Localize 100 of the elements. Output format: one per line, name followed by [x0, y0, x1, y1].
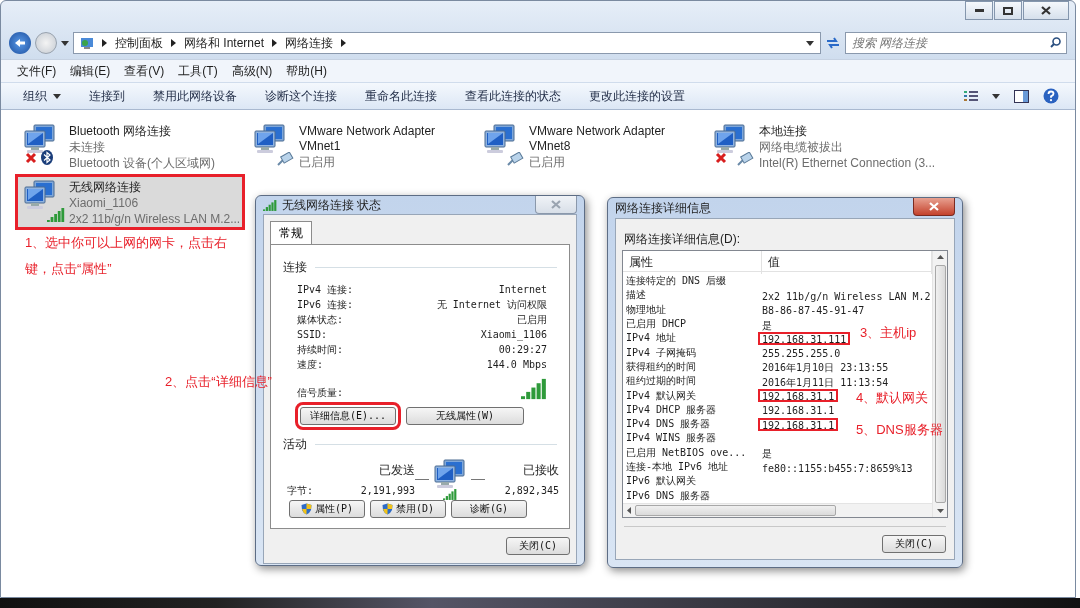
field-value: 无 Internet 访问权限: [436, 297, 547, 312]
toolbar-button[interactable]: 组织: [23, 87, 61, 105]
menu-item[interactable]: 工具(T): [178, 62, 218, 80]
field-label: 速度:: [297, 357, 324, 372]
help-icon[interactable]: [1043, 88, 1059, 104]
connection-detail: 2x2 11b/g/n Wireless LAN M.2...: [69, 212, 241, 227]
back-button[interactable]: [9, 32, 31, 54]
address-bar[interactable]: 控制面板 网络和 Internet 网络连接: [73, 32, 821, 54]
close-button[interactable]: [1023, 1, 1069, 20]
vertical-scrollbar[interactable]: [932, 251, 947, 517]
property-name: IPv4 WINS 服务器: [625, 431, 718, 446]
horizontal-scrollbar[interactable]: [623, 502, 932, 517]
arrow-down-icon[interactable]: [936, 509, 944, 513]
annotation-text: 5、DNS服务器: [856, 421, 943, 439]
field-label: IPv6 连接:: [297, 297, 354, 312]
menu-item[interactable]: 高级(N): [231, 62, 273, 80]
field-value: 00:29:27: [498, 344, 547, 355]
property-value: 2x2 11b/g/n Wireless LAN M.2: [761, 289, 932, 302]
network-connection-item[interactable]: VMware Network Adapter VMnet1 已启用: [245, 118, 475, 174]
dialog-title: 无线网络连接 状态: [282, 196, 382, 214]
caret-icon: [61, 40, 69, 46]
refresh-icon[interactable]: [825, 36, 841, 50]
minimize-button[interactable]: [965, 1, 993, 20]
arrow-left-icon[interactable]: [627, 506, 631, 514]
toolbar-button[interactable]: 连接到: [89, 87, 125, 105]
control-panel-icon: [80, 36, 94, 50]
connection-detail: 未连接: [69, 140, 106, 155]
close-button[interactable]: [913, 198, 955, 216]
menu-item[interactable]: 查看(V): [124, 62, 165, 80]
field-label: IPv4 连接:: [297, 282, 354, 297]
connection-detail: 网络电缆被拔出: [759, 140, 844, 155]
property-name: 连接-本地 IPv6 地址: [625, 460, 730, 474]
network-connection-item[interactable]: VMware Network Adapter VMnet8 已启用: [475, 118, 705, 174]
section-heading: 活动: [283, 436, 307, 453]
field-label: 持续时间:: [297, 342, 344, 357]
dialog-button[interactable]: 诊断(G): [451, 500, 527, 518]
close-dialog-button[interactable]: 关闭(C): [882, 535, 946, 553]
property-value: 2016年1月11日 11:13:54: [761, 375, 890, 388]
dialog-button[interactable]: 无线属性(W): [406, 407, 524, 425]
toolbar-button[interactable]: 更改此连接的设置: [589, 87, 685, 105]
preview-pane-icon[interactable]: [1014, 89, 1029, 103]
minimize-icon: [974, 9, 984, 12]
breadcrumb-item[interactable]: 控制面板: [115, 34, 163, 52]
breadcrumb-item[interactable]: 网络和 Internet: [184, 34, 265, 52]
bytes-received: 2,892,345: [503, 485, 559, 496]
connection-name: VMware Network Adapter VMnet1: [299, 124, 437, 154]
property-name: IPv4 DHCP 服务器: [625, 402, 718, 417]
connection-detail: 已启用: [529, 155, 566, 170]
field-value: 已启用: [517, 312, 547, 327]
column-header[interactable]: 属性: [623, 251, 762, 274]
property-value: 255.255.255.0: [761, 347, 842, 360]
chevron-right-icon: [171, 39, 176, 47]
annotation-text: 2、点击“详细信息”: [165, 373, 272, 391]
arrow-up-icon[interactable]: [936, 255, 944, 259]
property-name: IPv4 默认网关: [625, 388, 698, 403]
property-value: 192.168.31.111: [758, 331, 851, 345]
close-dialog-button[interactable]: 关闭(C): [506, 537, 570, 555]
property-value: 是: [761, 447, 773, 460]
menu-item[interactable]: 编辑(E): [70, 62, 111, 80]
field-value: 144.0 Mbps: [486, 359, 547, 370]
property-value: 2016年1月10日 23:13:55: [761, 361, 890, 374]
toolbar-button[interactable]: 查看此连接的状态: [465, 87, 561, 105]
menu-item[interactable]: 文件(F): [17, 62, 57, 80]
breadcrumb-item[interactable]: 网络连接: [285, 34, 334, 52]
annotation-text: 1、选中你可以上网的网卡，点击右键，点击“属性”: [25, 234, 229, 278]
arrow-left-icon: [14, 38, 26, 48]
dialog-button[interactable]: 禁用(D): [370, 500, 446, 518]
toolbar-button[interactable]: 诊断这个连接: [265, 87, 337, 105]
property-name: 获得租约的时间: [625, 359, 697, 374]
network-computers-icon: [713, 124, 747, 154]
search-field[interactable]: 搜索 网络连接: [845, 32, 1067, 54]
view-options-icon[interactable]: [964, 90, 978, 102]
network-computers-icon: [253, 124, 287, 154]
maximize-button[interactable]: [994, 1, 1022, 20]
shield-icon: [381, 503, 393, 515]
search-icon: [1050, 37, 1061, 48]
list-label: 网络连接详细信息(D):: [624, 231, 741, 248]
network-connection-item[interactable]: Bluetooth 网络连接 未连接 Bluetooth 设备(个人区域网): [15, 118, 245, 174]
bytes-sent: 2,191,993: [359, 485, 415, 496]
connection-detail: 已启用: [299, 155, 336, 170]
caret-icon: [992, 93, 1000, 99]
chevron-right-icon: [341, 39, 347, 47]
toolbar-button[interactable]: 禁用此网络设备: [153, 87, 237, 105]
connection-detail: Intel(R) Ethernet Connection (3...: [759, 156, 936, 171]
dialog-button[interactable]: 属性(P): [289, 500, 365, 518]
network-connection-item[interactable]: 无线网络连接 Xiaomi_1106 2x2 11b/g/n Wireless LAN M.2...: [15, 174, 245, 230]
property-value: 192.168.31.1: [758, 389, 839, 402]
signal-strength-icon: [521, 378, 547, 400]
close-icon[interactable]: [1041, 6, 1051, 15]
signal-bars-icon: [47, 208, 65, 222]
cross-icon: [25, 152, 37, 164]
network-connection-item[interactable]: 本地连接 网络电缆被拔出 Intel(R) Ethernet Connection (3...: [705, 118, 935, 174]
maximize-icon: [1003, 6, 1013, 15]
network-computers-icon: [483, 124, 517, 154]
network-computers-icon: [23, 180, 57, 210]
tab[interactable]: 常规: [270, 221, 312, 244]
sent-label: 已发送: [378, 461, 415, 479]
section-heading: 连接: [283, 259, 307, 276]
toolbar-button[interactable]: 重命名此连接: [365, 87, 437, 105]
menu-item[interactable]: 帮助(H): [286, 62, 327, 80]
